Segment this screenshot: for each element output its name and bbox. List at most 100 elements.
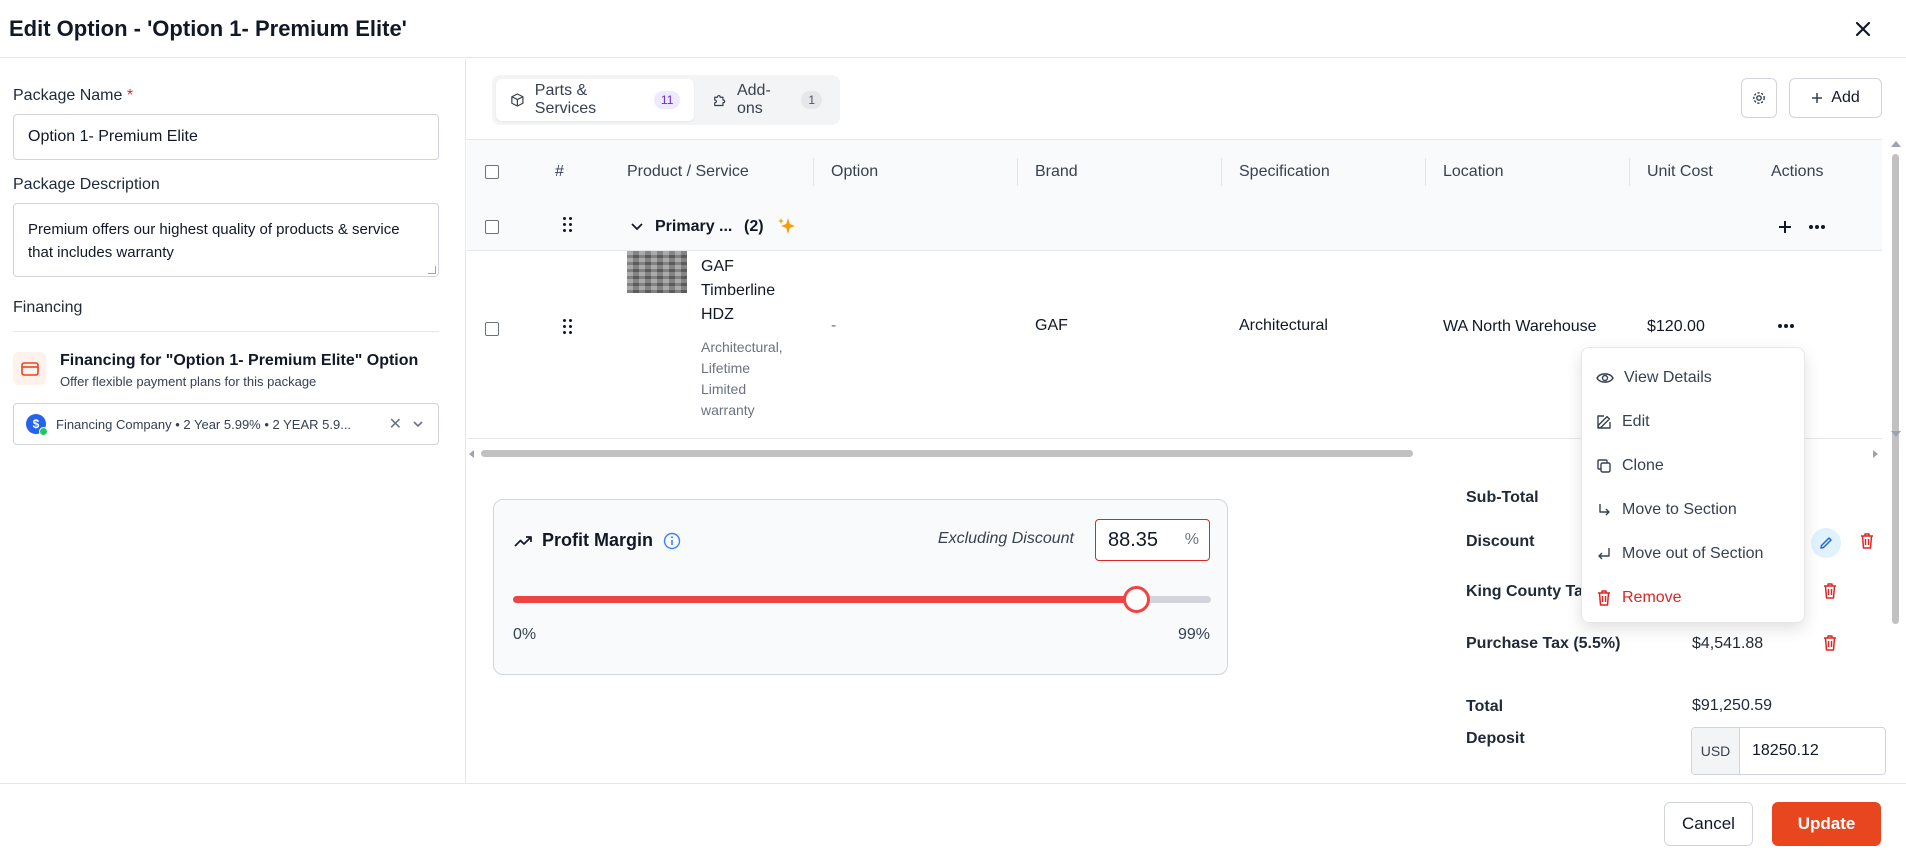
col-unit-cost-label: Unit Cost (1647, 163, 1713, 180)
col-specification-label: Specification (1239, 163, 1330, 180)
product-description: Architectural, Lifetime Limited warranty (701, 337, 783, 421)
cancel-button[interactable]: Cancel (1664, 802, 1753, 846)
add-button[interactable]: Add (1789, 78, 1882, 118)
update-button[interactable]: Update (1772, 802, 1881, 846)
deposit-value: 18250.12 (1752, 742, 1819, 759)
credit-card-icon (13, 352, 46, 385)
product-thumbnail (627, 251, 687, 293)
package-description-label: Package Description (13, 176, 160, 193)
profit-margin-input[interactable]: 88.35 % (1095, 519, 1210, 561)
gear-icon (1753, 92, 1765, 104)
package-form-panel: Package Name * Option 1- Premium Elite P… (0, 59, 466, 783)
deposit-label: Deposit (1466, 730, 1525, 747)
purchase-tax-label: Purchase Tax (5.5%) (1466, 635, 1621, 652)
tab-add-ons[interactable]: Add-ons 1 (698, 79, 836, 121)
info-icon[interactable] (663, 532, 681, 550)
total-label: Total (1466, 698, 1504, 715)
excluding-discount-label: Excluding Discount (937, 530, 1074, 547)
profit-margin-title-text: Profit Margin (542, 530, 653, 550)
dollar-coin-icon: $ (26, 414, 48, 436)
add-button-label: Add (1831, 89, 1860, 106)
package-description-textarea[interactable]: Premium offers our highest quality of pr… (13, 203, 439, 277)
col-unit-cost[interactable]: Unit Cost (1629, 140, 1713, 204)
drag-handle-icon[interactable] (563, 217, 572, 232)
plus-icon[interactable] (1777, 219, 1793, 235)
col-specification[interactable]: Specification (1221, 140, 1330, 204)
more-horizontal-icon[interactable] (1777, 323, 1795, 329)
menu-item-view-details[interactable]: View Details (1582, 356, 1804, 400)
menu-item-move-to-section[interactable]: Move to Section (1582, 488, 1804, 532)
col-location[interactable]: Location (1425, 140, 1504, 204)
scroll-up-icon[interactable] (1891, 141, 1901, 147)
trash-icon[interactable] (1822, 634, 1838, 652)
section-checkbox[interactable] (485, 220, 499, 234)
subtotal-label: Sub-Total (1466, 489, 1539, 506)
product-description-line: Lifetime (701, 360, 751, 376)
scroll-right-icon[interactable] (1872, 450, 1878, 458)
package-name-input[interactable]: Option 1- Premium Elite (13, 114, 439, 160)
select-all-checkbox[interactable] (485, 165, 499, 179)
scroll-down-icon[interactable] (1891, 431, 1901, 437)
financing-select-value: Financing Company • 2 Year 5.99% • 2 YEA… (56, 416, 352, 432)
tab-count-badge: 1 (801, 91, 822, 109)
tab-count-badge: 11 (653, 91, 681, 109)
tab-parts-services[interactable]: Parts & Services 11 (496, 79, 695, 121)
financing-card-subtitle: Offer flexible payment plans for this pa… (60, 374, 317, 389)
resize-handle[interactable] (428, 266, 436, 274)
settings-button[interactable] (1741, 78, 1777, 118)
trash-icon[interactable] (1859, 532, 1875, 550)
slider-min-label: 0% (513, 626, 537, 643)
menu-item-remove[interactable]: Remove (1582, 576, 1804, 620)
trash-icon[interactable] (1822, 582, 1838, 600)
product-name-line: HDZ (701, 306, 734, 323)
slider-fill (513, 596, 1136, 603)
clear-icon[interactable]: ✕ (389, 414, 402, 434)
col-product-service[interactable]: Product / Service (627, 140, 749, 204)
vertical-scrollbar-thumb[interactable] (1892, 154, 1899, 624)
copy-icon (1597, 459, 1611, 473)
select-all-checkbox-cell (485, 140, 499, 204)
slider-handle[interactable] (1122, 586, 1150, 613)
horizontal-scrollbar-thumb[interactable] (481, 450, 1413, 457)
package-name-label-text: Package Name (13, 87, 123, 104)
deposit-input[interactable]: USD 18250.12 (1691, 727, 1886, 775)
row-checkbox[interactable] (485, 322, 499, 336)
financing-label: Financing (13, 299, 439, 332)
pencil-icon (1820, 537, 1832, 549)
location-cell: WA North Warehouse (1443, 318, 1597, 335)
option-cell: - (831, 317, 837, 334)
vertical-scrollbar[interactable] (1889, 139, 1903, 779)
row-actions-menu: View Details Edit Clone Move to Section … (1581, 347, 1805, 623)
section-count: (2) (744, 218, 764, 235)
menu-item-label: View Details (1624, 369, 1712, 386)
menu-item-label: Clone (1622, 457, 1664, 474)
col-brand[interactable]: Brand (1017, 140, 1078, 204)
king-county-tax-label: King County Ta (1466, 583, 1584, 600)
col-location-label: Location (1443, 163, 1504, 180)
profit-margin-slider[interactable] (513, 586, 1211, 613)
drag-handle-icon[interactable] (563, 319, 572, 334)
col-option-label: Option (831, 163, 879, 180)
pencil-icon (1597, 415, 1611, 429)
col-index: # (555, 163, 564, 180)
menu-item-move-out-of-section[interactable]: Move out of Section (1582, 532, 1804, 576)
edit-discount-button[interactable] (1811, 528, 1841, 558)
chevron-down-icon[interactable] (412, 416, 424, 432)
chevron-down-icon[interactable] (630, 220, 644, 234)
menu-item-clone[interactable]: Clone (1582, 444, 1804, 488)
financing-select[interactable]: $ Financing Company • 2 Year 5.99% • 2 Y… (13, 403, 439, 445)
scroll-left-icon[interactable] (469, 450, 475, 458)
col-option[interactable]: Option (813, 140, 878, 204)
product-description-line: Limited (701, 381, 747, 397)
more-horizontal-icon[interactable] (1808, 224, 1826, 230)
product-name-line: GAF (701, 258, 734, 275)
product-description-line: warranty (701, 402, 755, 418)
tab-add-ons-label: Add-ons (736, 82, 771, 117)
product-description-line: Architectural, (701, 339, 783, 355)
purchase-tax-value: $4,541.88 (1692, 635, 1764, 652)
trash-icon (1598, 590, 1610, 606)
close-button[interactable] (1848, 14, 1878, 44)
box-icon (511, 93, 524, 107)
trending-up-icon (514, 535, 532, 547)
menu-item-edit[interactable]: Edit (1582, 400, 1804, 444)
